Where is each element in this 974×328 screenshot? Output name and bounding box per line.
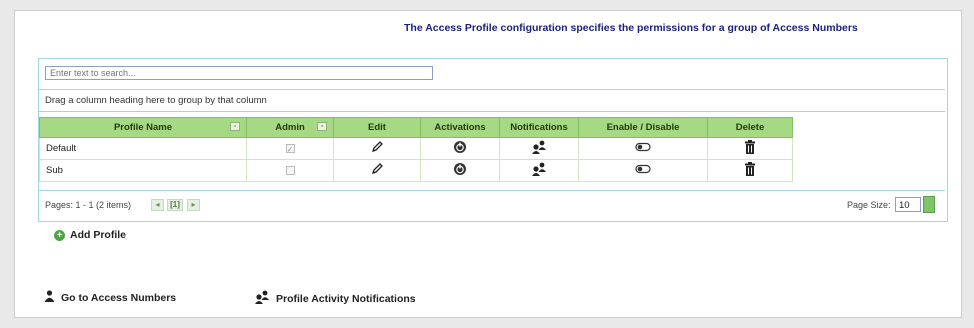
activations-cell bbox=[420, 159, 500, 182]
admin-cell bbox=[246, 159, 334, 182]
search-row bbox=[39, 59, 945, 90]
pager: Pages: 1 - 1 (2 items) ◂ [1] ▸ Page Size… bbox=[39, 190, 945, 221]
add-profile-button[interactable]: + Add Profile bbox=[54, 229, 126, 241]
trash-icon[interactable] bbox=[744, 140, 756, 157]
go-to-access-numbers-link[interactable]: Go to Access Numbers bbox=[44, 290, 176, 305]
page-size-input[interactable]: 10 bbox=[895, 197, 921, 212]
current-page-button[interactable]: [1] bbox=[167, 199, 183, 211]
profiles-table: Profile Name ▫ Admin ▫ Edit Activations … bbox=[39, 117, 793, 182]
col-notifications[interactable]: Notifications bbox=[499, 117, 579, 138]
group-by-area[interactable]: Drag a column heading here to group by t… bbox=[39, 90, 945, 112]
toggle-icon[interactable] bbox=[635, 142, 651, 155]
plus-icon: + bbox=[54, 229, 65, 241]
add-profile-label: Add Profile bbox=[70, 229, 127, 241]
pencil-icon[interactable] bbox=[370, 140, 384, 157]
col-profile-name-label: Profile Name bbox=[113, 122, 173, 133]
page-size-spinner[interactable] bbox=[923, 196, 935, 213]
edit-cell bbox=[333, 159, 421, 182]
filter-icon[interactable]: ▫ bbox=[317, 122, 327, 131]
prev-page-button[interactable]: ◂ bbox=[151, 199, 164, 211]
power-icon[interactable] bbox=[453, 162, 467, 179]
table-row[interactable]: Sub bbox=[39, 159, 793, 182]
col-admin-label: Admin bbox=[275, 122, 305, 133]
col-activations[interactable]: Activations bbox=[420, 117, 500, 138]
admin-cell: ✓ bbox=[246, 137, 334, 160]
header-row: Profile Name ▫ Admin ▫ Edit Activations … bbox=[39, 117, 793, 138]
profile-name-cell: Sub bbox=[39, 159, 247, 182]
page-description: The Access Profile configuration specifi… bbox=[404, 22, 858, 34]
admin-checkbox: ✓ bbox=[285, 143, 295, 154]
col-edit[interactable]: Edit bbox=[333, 117, 421, 138]
delete-cell bbox=[707, 137, 793, 160]
col-admin[interactable]: Admin ▫ bbox=[246, 117, 334, 138]
go-to-access-numbers-label: Go to Access Numbers bbox=[61, 291, 177, 304]
toggle-icon[interactable] bbox=[635, 164, 651, 177]
activations-cell bbox=[420, 137, 500, 160]
profile-activity-notifications-link[interactable]: Profile Activity Notifications bbox=[254, 290, 416, 307]
pencil-icon[interactable] bbox=[370, 162, 384, 179]
edit-cell bbox=[333, 137, 421, 160]
users-icon bbox=[254, 290, 270, 307]
search-input[interactable] bbox=[45, 66, 433, 80]
profile-activity-notifications-label: Profile Activity Notifications bbox=[276, 292, 416, 305]
users-icon[interactable] bbox=[531, 162, 547, 179]
page-size-label: Page Size: bbox=[847, 200, 891, 210]
trash-icon[interactable] bbox=[744, 162, 756, 179]
filter-icon[interactable]: ▫ bbox=[230, 122, 240, 131]
notifications-cell bbox=[499, 159, 579, 182]
enable-disable-cell bbox=[578, 137, 708, 160]
pager-summary: Pages: 1 - 1 (2 items) bbox=[45, 200, 132, 210]
col-delete[interactable]: Delete bbox=[707, 117, 793, 138]
admin-checkbox bbox=[285, 165, 295, 175]
profile-name-cell: Default bbox=[39, 137, 247, 160]
enable-disable-cell bbox=[578, 159, 708, 182]
col-enable-disable[interactable]: Enable / Disable bbox=[578, 117, 708, 138]
power-icon[interactable] bbox=[453, 140, 467, 157]
table-row[interactable]: Default ✓ bbox=[39, 137, 793, 160]
user-icon bbox=[44, 290, 55, 305]
users-icon[interactable] bbox=[531, 140, 547, 157]
next-page-button[interactable]: ▸ bbox=[187, 199, 200, 211]
notifications-cell bbox=[499, 137, 579, 160]
col-profile-name[interactable]: Profile Name ▫ bbox=[39, 117, 247, 138]
delete-cell bbox=[707, 159, 793, 182]
profiles-grid: Drag a column heading here to group by t… bbox=[38, 58, 948, 222]
